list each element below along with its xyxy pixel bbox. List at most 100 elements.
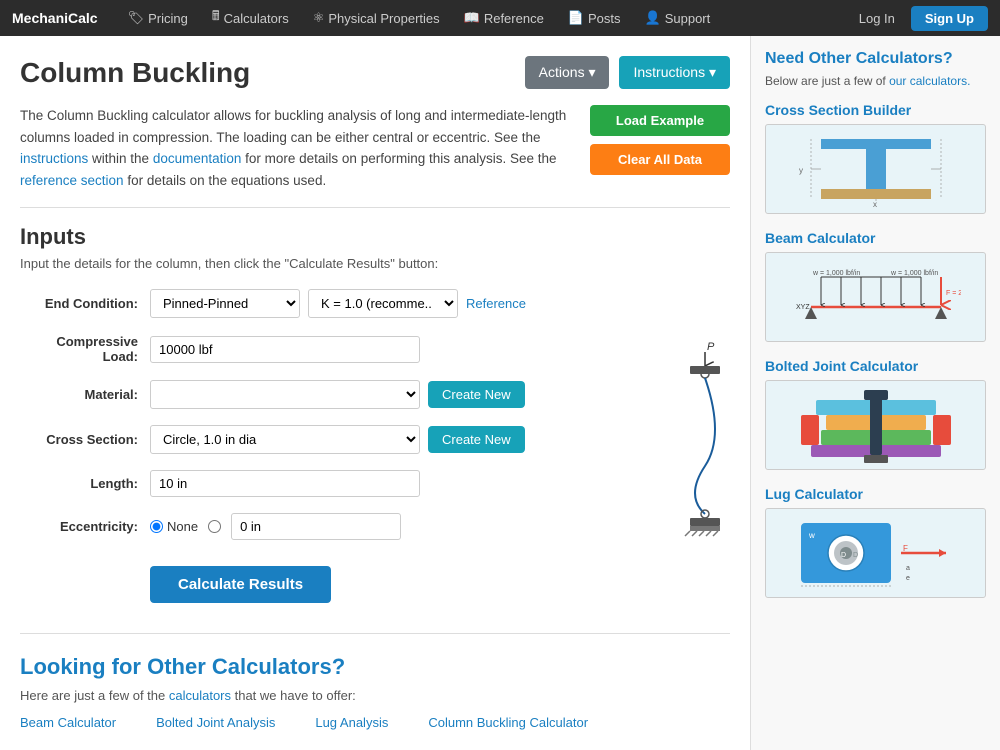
- reference-link[interactable]: Reference: [466, 296, 526, 311]
- tag-icon: 🏷: [128, 10, 145, 26]
- eccentricity-controls: None: [150, 513, 401, 540]
- our-calculators-link[interactable]: our calculators.: [889, 74, 970, 88]
- right-panel-title: Need Other Calculators?: [765, 50, 986, 68]
- lug-calculator-card-title[interactable]: Lug Calculator: [765, 486, 986, 502]
- instructions-button[interactable]: Instructions ▾: [619, 56, 730, 89]
- calculate-row: Calculate Results: [20, 556, 610, 603]
- eccentricity-row: Eccentricity: None: [20, 513, 610, 540]
- documentation-link[interactable]: documentation: [153, 151, 242, 166]
- end-condition-row: End Condition: Pinned-Pinned Fixed-Fixed…: [20, 289, 610, 318]
- right-panel-subtitle: Below are just a few of our calculators.: [765, 74, 986, 88]
- beam-calculator-card-image[interactable]: w = 1,000 lbf/in w = 1,000 lbf/in XYZ F …: [765, 252, 986, 342]
- svg-text:F: F: [903, 544, 908, 553]
- calc-links: Beam Calculator Bolted Joint Analysis Lu…: [20, 715, 730, 730]
- material-label: Material:: [20, 387, 150, 402]
- file-icon: 📄: [568, 10, 584, 26]
- length-row: Length:: [20, 470, 610, 497]
- header-buttons: Actions ▾ Instructions ▾: [525, 56, 730, 89]
- inputs-title: Inputs: [20, 224, 730, 250]
- support-icon: 👤: [645, 10, 661, 26]
- nav-item-reference[interactable]: 📖 Reference: [454, 1, 554, 35]
- navbar: MechaniCalc 🏷 Pricing 🖩 Calculators ⚛ Ph…: [0, 0, 1000, 36]
- lug-analysis-link[interactable]: Lug Analysis: [315, 715, 388, 730]
- length-label: Length:: [20, 476, 150, 491]
- calculators-link[interactable]: calculators: [169, 688, 231, 703]
- inputs-subtitle: Input the details for the column, then c…: [20, 256, 730, 271]
- svg-text:w = 1,000 lbf/in: w = 1,000 lbf/in: [890, 270, 938, 277]
- atom-icon: ⚛: [313, 10, 325, 26]
- beam-calc-link[interactable]: Beam Calculator: [20, 715, 116, 730]
- column-buckling-link[interactable]: Column Buckling Calculator: [428, 715, 588, 730]
- eccentricity-none-radio-label[interactable]: None: [150, 519, 198, 534]
- eccentricity-none-radio[interactable]: [150, 520, 163, 533]
- nav-items: 🏷 Pricing 🖩 Calculators ⚛ Physical Prope…: [118, 1, 849, 35]
- bolted-joint-card: Bolted Joint Calculator: [765, 358, 986, 470]
- cross-section-row: Cross Section: Circle, 1.0 in dia Create…: [20, 425, 610, 454]
- description-buttons: Load Example Clear All Data: [590, 105, 730, 191]
- svg-text:x: x: [873, 200, 877, 209]
- material-controls: Create New: [150, 380, 525, 409]
- nav-item-support[interactable]: 👤 Support: [635, 1, 721, 35]
- compressive-load-controls: [150, 336, 420, 363]
- end-condition-select[interactable]: Pinned-Pinned Fixed-Fixed Fixed-Pinned F…: [150, 289, 300, 318]
- bolt-svg: [791, 380, 961, 470]
- compressive-load-input[interactable]: [150, 336, 420, 363]
- svg-text:w: w: [808, 531, 815, 540]
- nav-item-physical-properties[interactable]: ⚛ Physical Properties: [303, 1, 450, 35]
- cross-section-select[interactable]: Circle, 1.0 in dia: [150, 425, 420, 454]
- looking-section: Looking for Other Calculators? Here are …: [20, 633, 730, 730]
- bolted-joint-card-image[interactable]: [765, 380, 986, 470]
- length-input[interactable]: [150, 470, 420, 497]
- nav-item-calculators[interactable]: 🖩 Calculators: [202, 1, 299, 35]
- cross-section-card-title[interactable]: Cross Section Builder: [765, 102, 986, 118]
- main-container: Column Buckling Actions ▾ Instructions ▾…: [0, 36, 1000, 750]
- material-row: Material: Create New: [20, 380, 610, 409]
- looking-title: Looking for Other Calculators?: [20, 654, 730, 680]
- load-example-button[interactable]: Load Example: [590, 105, 730, 136]
- bolted-joint-link[interactable]: Bolted Joint Analysis: [156, 715, 275, 730]
- calculate-button[interactable]: Calculate Results: [150, 566, 331, 603]
- nav-item-pricing[interactable]: 🏷 Pricing: [118, 1, 198, 35]
- reference-section-link[interactable]: reference section: [20, 173, 124, 188]
- looking-subtitle: Here are just a few of the calculators t…: [20, 688, 730, 703]
- bolted-joint-card-title[interactable]: Bolted Joint Calculator: [765, 358, 986, 374]
- nav-item-posts[interactable]: 📄 Posts: [558, 1, 631, 35]
- inputs-area: End Condition: Pinned-Pinned Fixed-Fixed…: [20, 289, 730, 603]
- cross-section-card-image[interactable]: y x: [765, 124, 986, 214]
- material-select[interactable]: [150, 380, 420, 409]
- login-button[interactable]: Log In: [849, 6, 905, 31]
- lug-calculator-card-image[interactable]: F w D D a e: [765, 508, 986, 598]
- svg-text:D: D: [853, 552, 858, 559]
- lug-calculator-card: Lug Calculator F: [765, 486, 986, 598]
- page-title: Column Buckling: [20, 57, 250, 89]
- calc-icon: 🖩: [212, 7, 220, 29]
- end-condition-controls: Pinned-Pinned Fixed-Fixed Fixed-Pinned F…: [150, 289, 526, 318]
- svg-text:e: e: [906, 575, 910, 582]
- signup-button[interactable]: Sign Up: [911, 6, 988, 31]
- compressive-load-row: Compressive Load:: [20, 334, 610, 364]
- cross-section-card: Cross Section Builder y x: [765, 102, 986, 214]
- instructions-link[interactable]: instructions: [20, 151, 88, 166]
- eccentricity-label: Eccentricity:: [20, 519, 150, 534]
- create-material-button[interactable]: Create New: [428, 381, 525, 408]
- beam-svg: w = 1,000 lbf/in w = 1,000 lbf/in XYZ F …: [791, 257, 961, 337]
- svg-text:F = 250 lbf: F = 250 lbf: [946, 290, 961, 297]
- inputs-form: End Condition: Pinned-Pinned Fixed-Fixed…: [20, 289, 610, 603]
- k-value-select[interactable]: K = 1.0 (recomme... K = 0.5 K = 0.7 K = …: [308, 289, 458, 318]
- actions-button[interactable]: Actions ▾: [525, 56, 610, 89]
- length-controls: [150, 470, 420, 497]
- eccentricity-value-radio[interactable]: [208, 520, 221, 533]
- svg-text:a: a: [906, 565, 910, 572]
- eccentricity-value-radio-label[interactable]: [208, 520, 221, 533]
- svg-text:w = 1,000 lbf/in: w = 1,000 lbf/in: [812, 270, 860, 277]
- compressive-load-label: Compressive Load:: [20, 334, 150, 364]
- cross-section-svg: y x: [791, 129, 961, 209]
- page-header: Column Buckling Actions ▾ Instructions ▾: [20, 56, 730, 89]
- eccentricity-input[interactable]: [231, 513, 401, 540]
- brand-logo[interactable]: MechaniCalc: [12, 10, 98, 26]
- book-icon: 📖: [464, 10, 480, 26]
- beam-calculator-card-title[interactable]: Beam Calculator: [765, 230, 986, 246]
- clear-all-button[interactable]: Clear All Data: [590, 144, 730, 175]
- beam-calculator-card: Beam Calculator: [765, 230, 986, 342]
- create-section-button[interactable]: Create New: [428, 426, 525, 453]
